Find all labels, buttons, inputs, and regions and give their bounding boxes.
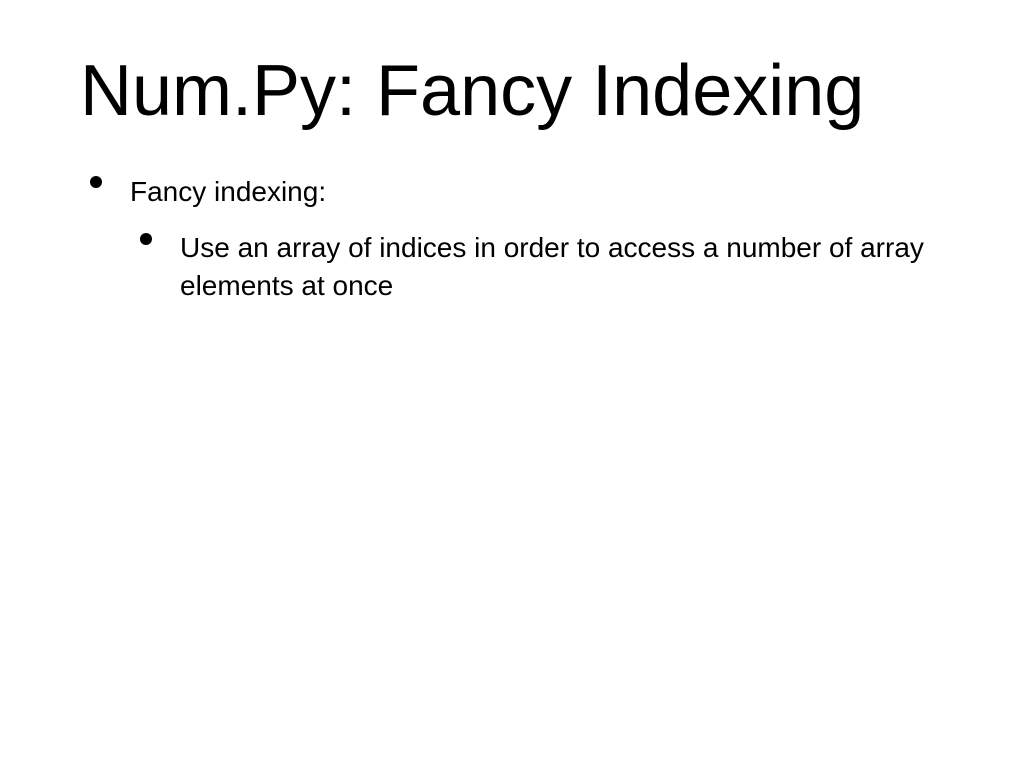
list-item: Fancy indexing: Use an array of indices … — [80, 172, 944, 305]
slide-container: Num.Py: Fancy Indexing Fancy indexing: U… — [0, 0, 1024, 768]
bullet-text-1: Fancy indexing: — [130, 176, 326, 207]
bullet-list-level-2: Use an array of indices in order to acce… — [130, 229, 944, 305]
bullet-list-level-1: Fancy indexing: Use an array of indices … — [80, 172, 944, 305]
list-item: Use an array of indices in order to acce… — [130, 229, 944, 305]
bullet-text-2: Use an array of indices in order to acce… — [180, 232, 924, 301]
slide-title: Num.Py: Fancy Indexing — [80, 50, 944, 132]
